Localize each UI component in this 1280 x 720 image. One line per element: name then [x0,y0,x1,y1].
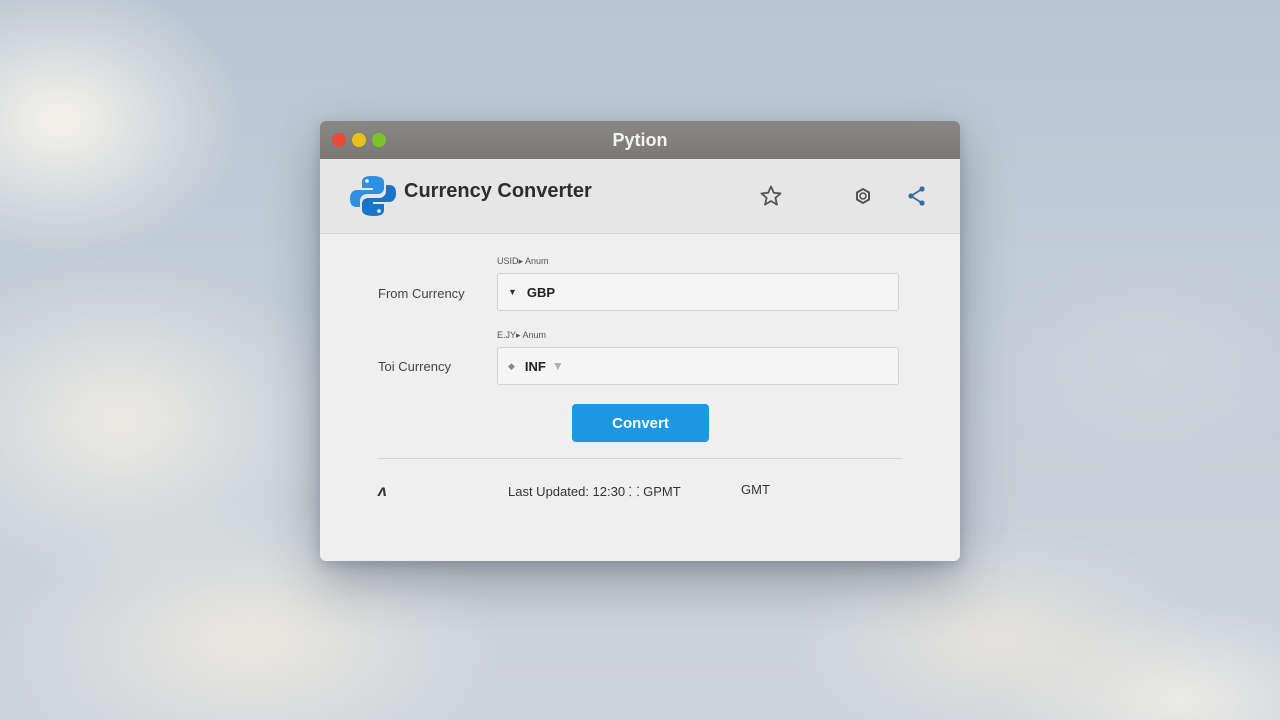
divider [378,458,902,459]
python-logo-icon [350,176,396,216]
chevron-down-icon: ▼ [551,359,564,373]
traffic-lights [332,133,386,147]
star-icon[interactable] [758,183,784,209]
to-hint: E.JY▸ Anum [497,330,547,340]
window-title: Pytion [612,129,668,150]
maximize-button[interactable] [372,133,386,147]
share-icon[interactable] [904,183,930,209]
to-currency-value: INF [524,358,546,374]
diamond-icon: ◆ [508,360,515,371]
close-button[interactable] [332,133,346,147]
from-currency-value: GBP [526,284,556,300]
minimize-button[interactable] [352,133,366,147]
convert-button[interactable]: Convert [572,404,709,442]
to-currency-label: Toi Currency [378,359,451,374]
gear-icon[interactable] [850,183,876,209]
from-currency-label: From Currency [378,286,465,301]
timezone-label: GMT [741,482,770,497]
last-updated-text: Last Updated: 12:30 ⸬ GPMT [508,484,681,499]
from-hint: USID▸ Anum [497,256,549,266]
from-currency-select[interactable]: ▼ GBP [497,273,899,311]
converter-form: USID▸ Anum From Currency ▼ GBP E.JY▸ Anu… [320,234,960,561]
app-title: Currency Converter [404,180,592,202]
app-window: Pytion Currency Converter USID▸ Anum Fro… [320,121,960,561]
title-bar[interactable]: Pytion [320,121,960,159]
refresh-icon[interactable]: ʌ [378,483,387,501]
to-currency-select[interactable]: ◆ INF ▼ [497,347,899,385]
chevron-down-icon: ▼ [508,287,517,297]
app-header: Currency Converter [320,159,960,234]
